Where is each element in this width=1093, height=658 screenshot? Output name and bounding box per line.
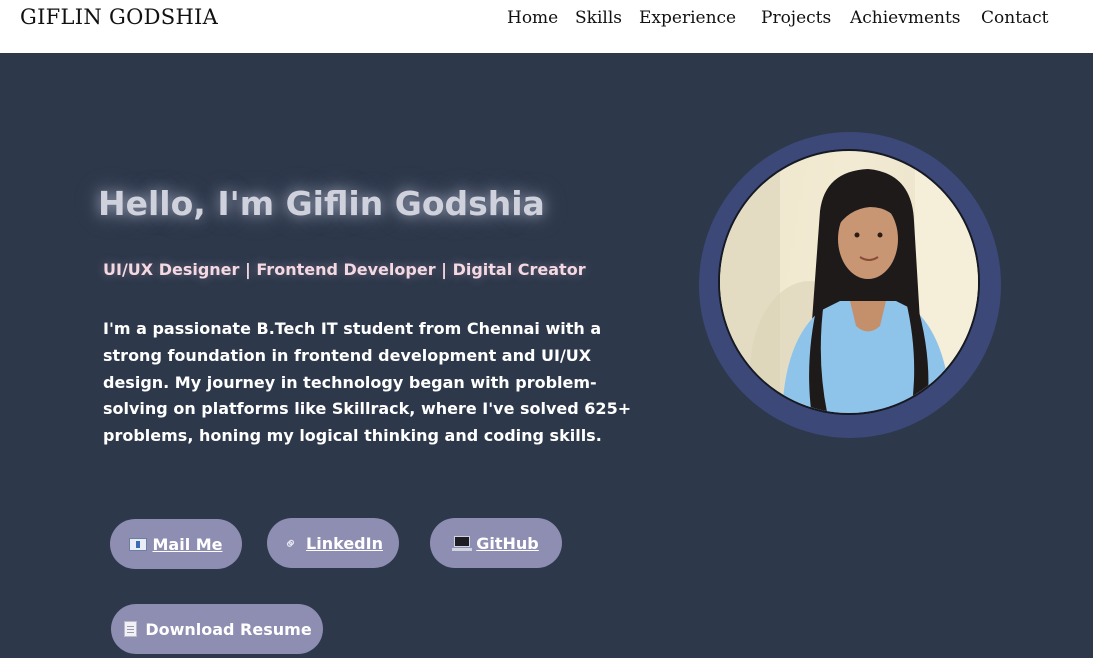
nav-experience[interactable]: Experience (639, 8, 736, 28)
avatar-ring (699, 132, 1001, 438)
nav-contact[interactable]: Contact (981, 8, 1049, 28)
nav-achievments[interactable]: Achievments (850, 8, 961, 28)
hero-bio: I'm a passionate B.Tech IT student from … (103, 319, 632, 446)
linkedin-label: LinkedIn (306, 533, 383, 553)
link-icon: ⚭ (279, 531, 303, 555)
laptop-icon (452, 535, 473, 552)
brand-logo[interactable]: GIFLIN GODSHIA (20, 5, 218, 29)
mail-me-button[interactable]: Mail Me (110, 519, 242, 569)
email-icon (129, 536, 148, 553)
github-button[interactable]: GitHub (430, 518, 562, 568)
github-label: GitHub (476, 533, 539, 553)
nav-home[interactable]: Home (507, 8, 558, 28)
navbar: GIFLIN GODSHIA Home Skills Experience Pr… (0, 0, 1093, 53)
download-resume-label: Download Resume (145, 619, 312, 639)
nav-projects[interactable]: Projects (761, 8, 831, 28)
hero-title: Hello, I'm Giflin Godshia (98, 184, 545, 223)
linkedin-button[interactable]: ⚭ LinkedIn (267, 518, 399, 568)
avatar-portrait (720, 151, 978, 413)
download-resume-button[interactable]: Download Resume (111, 604, 323, 654)
document-icon (122, 620, 140, 638)
avatar (718, 149, 980, 415)
nav-skills[interactable]: Skills (575, 8, 622, 28)
mail-me-label: Mail Me (152, 534, 223, 554)
hero-subtitle: UI/UX Designer | Frontend Developer | Di… (103, 260, 586, 279)
